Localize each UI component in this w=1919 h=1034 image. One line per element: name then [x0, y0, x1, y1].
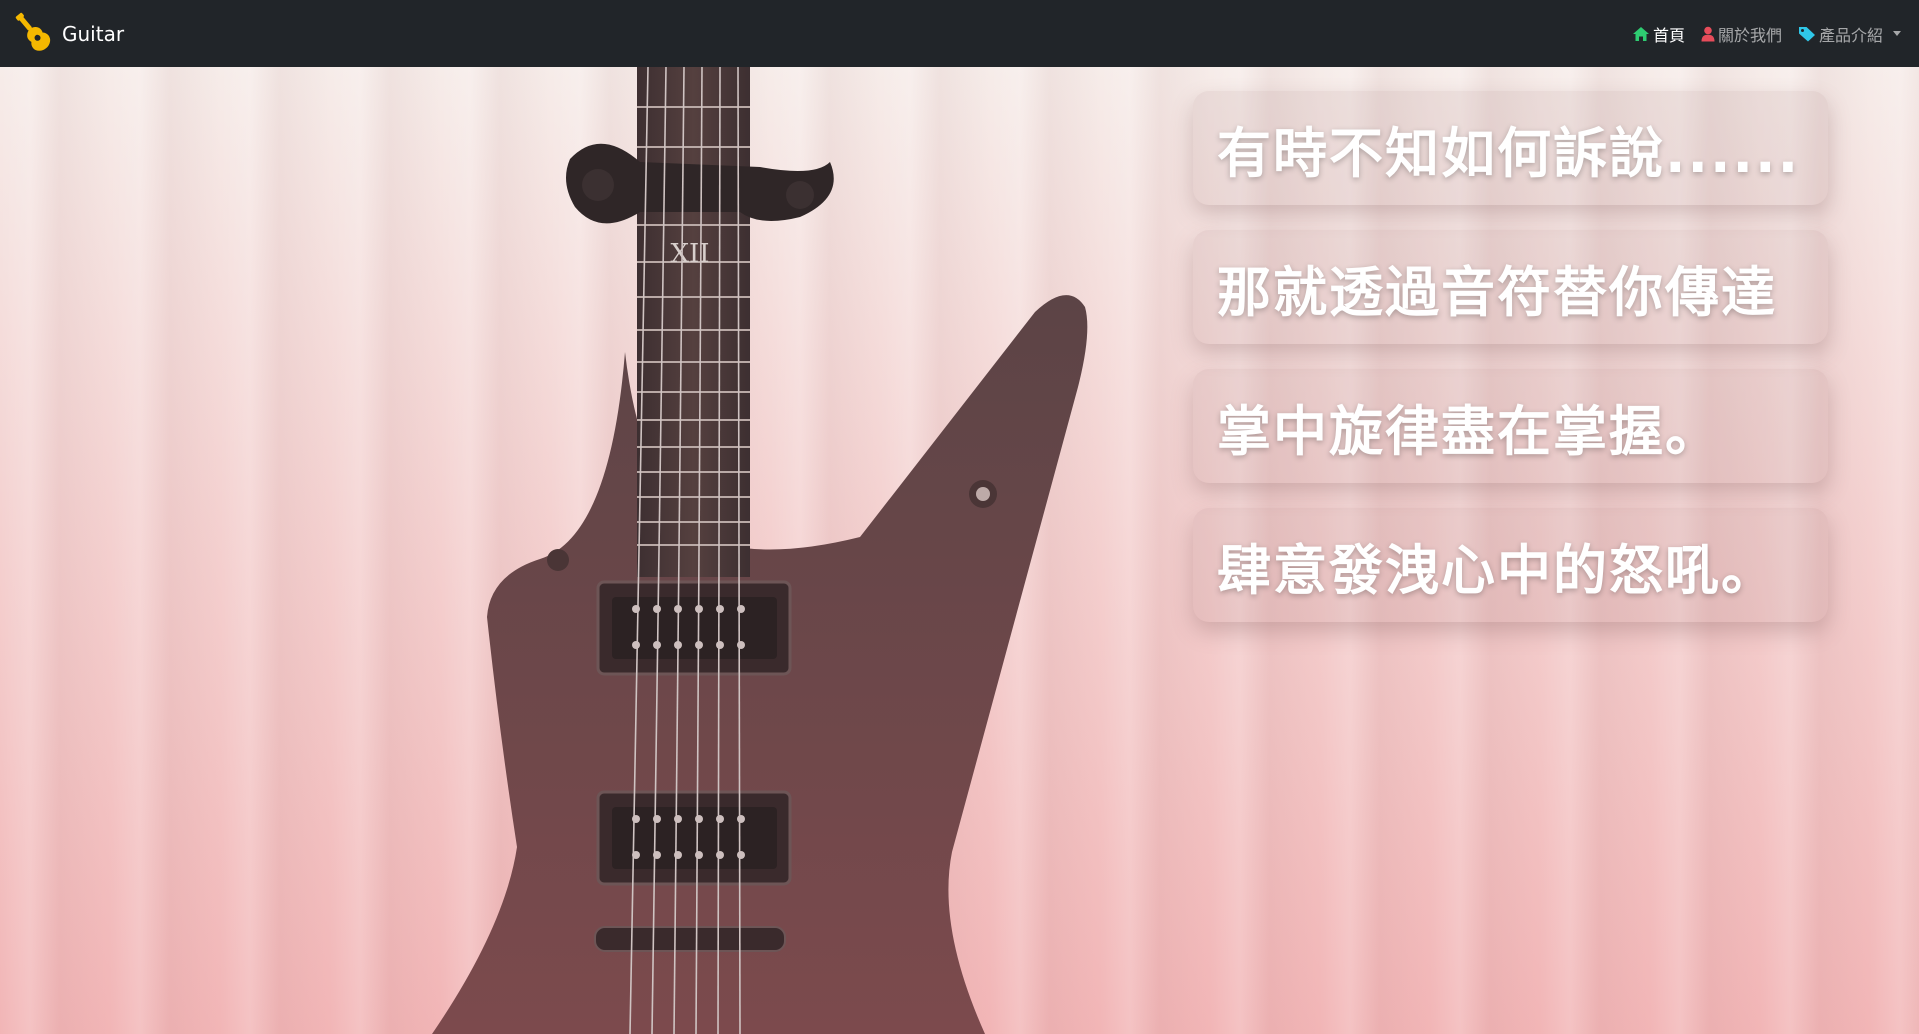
- nav-link-home[interactable]: 首頁: [1632, 22, 1685, 46]
- tag-icon: [1798, 26, 1816, 42]
- hero-text-card: 有時不知如何訴說......: [1193, 91, 1828, 205]
- nav-link-products-dropdown[interactable]: 產品介紹: [1798, 22, 1901, 46]
- brand-name: Guitar: [62, 21, 125, 46]
- guitar-logo-icon: [10, 10, 54, 58]
- nav-link-home-label: 首頁: [1652, 25, 1685, 45]
- hero-text-card: 那就透過音符替你傳達: [1193, 230, 1828, 344]
- hero-section: XII 有時不知如何訴說...... 那就透過音符替你傳達 掌中旋律盡在掌握。 …: [0, 67, 1919, 1034]
- hero-text-cards: 有時不知如何訴說...... 那就透過音符替你傳達 掌中旋律盡在掌握。 肆意發洩…: [1193, 91, 1828, 647]
- svg-text:XII: XII: [670, 239, 709, 269]
- chevron-down-icon: [1893, 31, 1901, 36]
- app-root: Guitar 首頁 關於我們 產品介紹 XII 有時不知如何訴說...... 那…: [0, 0, 1919, 1034]
- home-icon: [1632, 26, 1650, 42]
- nav-links: 首頁 關於我們 產品介紹: [1632, 22, 1901, 46]
- nav-link-about[interactable]: 關於我們: [1701, 22, 1782, 46]
- user-icon: [1701, 26, 1715, 42]
- nav-link-products-label: 產品介紹: [1818, 25, 1883, 45]
- hero-line: 肆意發洩心中的怒吼。: [1217, 538, 1777, 602]
- hero-line: 掌中旋律盡在掌握。: [1217, 399, 1721, 463]
- hero-line: 有時不知如何訴說......: [1217, 121, 1801, 185]
- hero-text-card: 掌中旋律盡在掌握。: [1193, 369, 1828, 483]
- hero-text-card: 肆意發洩心中的怒吼。: [1193, 508, 1828, 622]
- hero-line: 那就透過音符替你傳達: [1217, 260, 1777, 324]
- navbar-brand[interactable]: Guitar: [10, 10, 124, 58]
- nav-link-about-label: 關於我們: [1717, 25, 1782, 45]
- top-navbar: Guitar 首頁 關於我們 產品介紹: [0, 0, 1919, 67]
